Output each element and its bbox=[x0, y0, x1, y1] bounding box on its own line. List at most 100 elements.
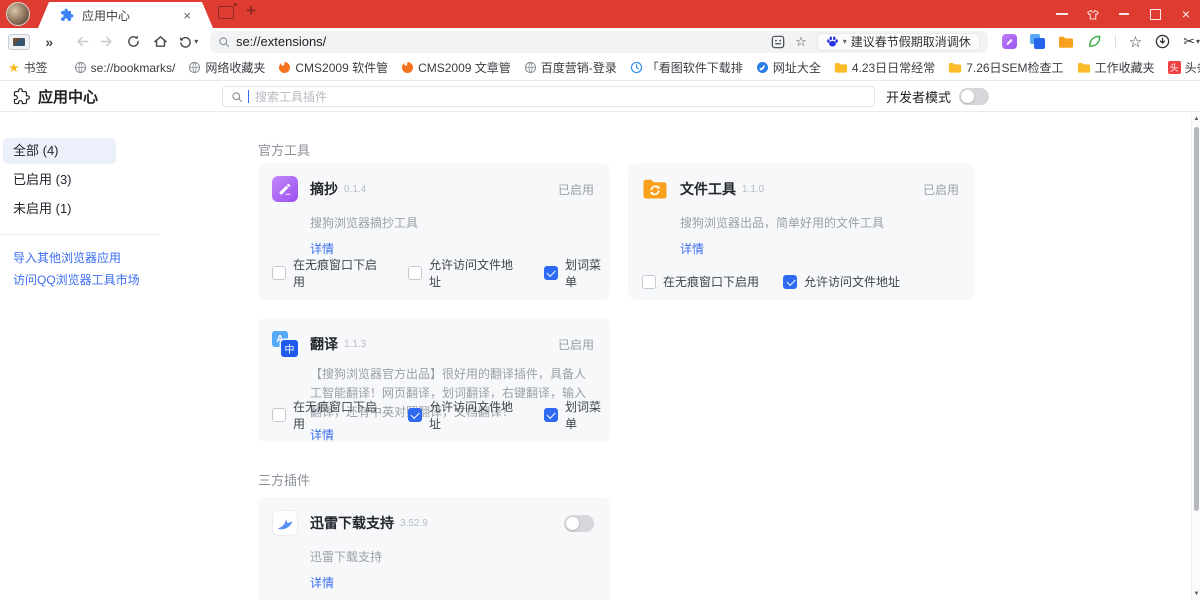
checkbox-unchecked[interactable] bbox=[408, 266, 422, 280]
status-badge: 已启用 bbox=[923, 181, 959, 198]
extension-green-icon[interactable] bbox=[1087, 34, 1102, 49]
checkbox-unchecked[interactable] bbox=[642, 275, 656, 289]
bookmark-label: 7.26日SEM检查工 bbox=[966, 59, 1063, 76]
text-cursor bbox=[248, 90, 249, 103]
option-file-access[interactable]: 允许访问文件地址 bbox=[783, 273, 900, 290]
bookmark-item[interactable]: CMS2009 文章管 bbox=[401, 59, 511, 76]
address-bar[interactable]: se://extensions/ ☆ ▾ 建议春节假期取消调休 bbox=[210, 31, 988, 53]
checkbox-unchecked[interactable] bbox=[272, 266, 286, 280]
bookmark-item[interactable]: 工作收藏夹 bbox=[1077, 59, 1155, 76]
option-word-menu[interactable]: 划词菜单 bbox=[544, 256, 610, 290]
close-window-icon[interactable]: × bbox=[1180, 8, 1192, 20]
hot-search-pill[interactable]: ▾ 建议春节假期取消调休 bbox=[817, 33, 980, 51]
screenshot-caret-icon: ▾ bbox=[1196, 37, 1200, 46]
scroll-up-icon[interactable]: ▲ bbox=[1192, 116, 1200, 122]
minimize-icon[interactable] bbox=[1118, 8, 1130, 20]
screenshot-tool[interactable]: ✂ ▾ bbox=[1183, 33, 1200, 50]
extension-file-tools-icon[interactable] bbox=[1058, 35, 1074, 49]
detail-link[interactable]: 详情 bbox=[310, 574, 334, 591]
bookmark-item[interactable]: 网络收藏夹 bbox=[188, 59, 265, 76]
dev-mode-label: 开发者模式 bbox=[886, 87, 951, 106]
profile-avatar[interactable] bbox=[6, 2, 30, 26]
checkbox-checked[interactable] bbox=[408, 408, 422, 422]
globe-icon bbox=[188, 61, 201, 74]
app-card-translate: A 中 翻译 1.1.3 已启用 【搜狗浏览器官方出品】很好用的翻译插件，具备人… bbox=[258, 318, 610, 442]
toolbar-overflow-icon[interactable]: » bbox=[38, 30, 61, 54]
bookmark-star-icon[interactable]: ☆ bbox=[795, 34, 807, 50]
qq-browser-market-link[interactable]: 访问QQ浏览器工具市场 bbox=[0, 269, 230, 291]
checkbox-checked[interactable] bbox=[783, 275, 797, 289]
app-description: 搜狗浏览器出品，简单好用的文件工具 bbox=[680, 214, 959, 233]
translate-app-icon: A 中 bbox=[272, 331, 298, 357]
undo-icon[interactable]: ▾ bbox=[177, 30, 200, 54]
url-text[interactable]: se://extensions/ bbox=[236, 34, 771, 49]
bookmark-item[interactable]: se://bookmarks/ bbox=[74, 61, 176, 75]
option-incognito[interactable]: 在无痕窗口下启用 bbox=[272, 256, 384, 290]
download-icon[interactable] bbox=[1155, 34, 1170, 49]
skin-theme-icon[interactable] bbox=[1087, 8, 1099, 20]
maximize-icon[interactable] bbox=[1149, 8, 1161, 20]
hot-search-text[interactable]: 建议春节假期取消调休 bbox=[851, 33, 971, 50]
bookmark-item[interactable]: 百度营销-登录 bbox=[524, 59, 617, 76]
import-browser-apps-link[interactable]: 导入其他浏览器应用 bbox=[0, 247, 230, 269]
sidebar-filter-all[interactable]: 全部 (4) bbox=[3, 138, 116, 164]
detail-link[interactable]: 详情 bbox=[680, 240, 704, 257]
sidebar: 全部 (4) 已启用 (3) 未启用 (1) 导入其他浏览器应用 访问QQ浏览器… bbox=[0, 112, 230, 600]
app-card-file-tools: 文件工具 1.1.0 已启用 搜狗浏览器出品，简单好用的文件工具 详情 在无痕窗… bbox=[628, 163, 975, 300]
sidebar-filter-disabled[interactable]: 未启用 (1) bbox=[3, 196, 116, 222]
page-title: 应用中心 bbox=[38, 86, 98, 107]
bookmarks-bar: ★ 书签 se://bookmarks/ 网络收藏夹 CMS2009 软件管 C… bbox=[0, 55, 1200, 81]
favorites-icon[interactable]: ☆ bbox=[1129, 33, 1142, 51]
bookmark-item[interactable]: 网址大全 bbox=[756, 59, 821, 76]
option-file-access[interactable]: 允许访问文件地址 bbox=[408, 398, 520, 432]
dev-mode-toggle[interactable] bbox=[959, 88, 989, 105]
scroll-down-icon[interactable]: ▼ bbox=[1192, 591, 1200, 597]
forward-icon[interactable] bbox=[94, 30, 117, 54]
option-word-menu[interactable]: 划词菜单 bbox=[544, 398, 610, 432]
bookmark-label: 「看图软件下载排 bbox=[647, 59, 743, 76]
file-tools-app-icon bbox=[642, 176, 668, 202]
bookmark-item[interactable]: 4.23日日常经常 bbox=[834, 59, 935, 76]
back-icon[interactable] bbox=[71, 30, 94, 54]
checkbox-checked[interactable] bbox=[544, 408, 558, 422]
extension-translate-icon[interactable] bbox=[1030, 34, 1045, 49]
tab-app-center[interactable]: 应用中心 × bbox=[38, 2, 213, 28]
reload-icon[interactable] bbox=[122, 30, 145, 54]
app-name: 迅雷下载支持 bbox=[310, 513, 394, 533]
new-tab-button[interactable]: + bbox=[246, 1, 256, 21]
bookmark-item[interactable]: CMS2009 软件管 bbox=[278, 59, 388, 76]
side-panel-icon[interactable] bbox=[8, 34, 30, 50]
puzzle-outline-icon bbox=[13, 88, 30, 105]
search-input[interactable] bbox=[255, 90, 866, 104]
app-enable-toggle[interactable] bbox=[564, 515, 594, 532]
sidebar-filter-enabled[interactable]: 已启用 (3) bbox=[3, 167, 116, 193]
tab-close-icon[interactable]: × bbox=[183, 9, 191, 22]
plugin-search-box[interactable] bbox=[222, 86, 875, 107]
status-badge: 已启用 bbox=[558, 336, 594, 353]
bookmark-label: se://bookmarks/ bbox=[91, 61, 176, 75]
cms-icon bbox=[278, 61, 291, 74]
option-incognito[interactable]: 在无痕窗口下启用 bbox=[642, 273, 759, 290]
tab-group-icon[interactable] bbox=[218, 6, 234, 19]
bookmark-label: 工作收藏夹 bbox=[1095, 59, 1155, 76]
bookmark-label: 网址大全 bbox=[773, 59, 821, 76]
option-incognito[interactable]: 在无痕窗口下启用 bbox=[272, 398, 384, 432]
menu-icon[interactable] bbox=[1056, 8, 1068, 20]
scrollbar-thumb[interactable] bbox=[1194, 127, 1199, 511]
checkbox-checked[interactable] bbox=[544, 266, 558, 280]
bookmark-item[interactable]: 「看图软件下载排 bbox=[630, 59, 743, 76]
bookmark-item[interactable]: ★ 书签 bbox=[8, 59, 48, 76]
vertical-scrollbar[interactable]: ▲ ▼ bbox=[1191, 113, 1200, 600]
checkbox-unchecked[interactable] bbox=[272, 408, 286, 422]
detail-link[interactable]: 详情 bbox=[310, 240, 334, 257]
bookmark-item[interactable]: 头 头条号 bbox=[1168, 59, 1200, 76]
reading-mode-icon[interactable] bbox=[771, 35, 785, 49]
option-file-access[interactable]: 允许访问文件地址 bbox=[408, 256, 520, 290]
bookmark-item[interactable]: 7.26日SEM检查工 bbox=[948, 59, 1063, 76]
zhaichao-app-icon bbox=[272, 176, 298, 202]
undo-caret-icon: ▾ bbox=[194, 37, 198, 46]
app-version: 3.52.9 bbox=[400, 518, 428, 529]
extension-zhaichao-icon[interactable] bbox=[1002, 34, 1017, 49]
home-icon[interactable] bbox=[149, 30, 172, 54]
bookmark-label: 4.23日日常经常 bbox=[852, 59, 935, 76]
